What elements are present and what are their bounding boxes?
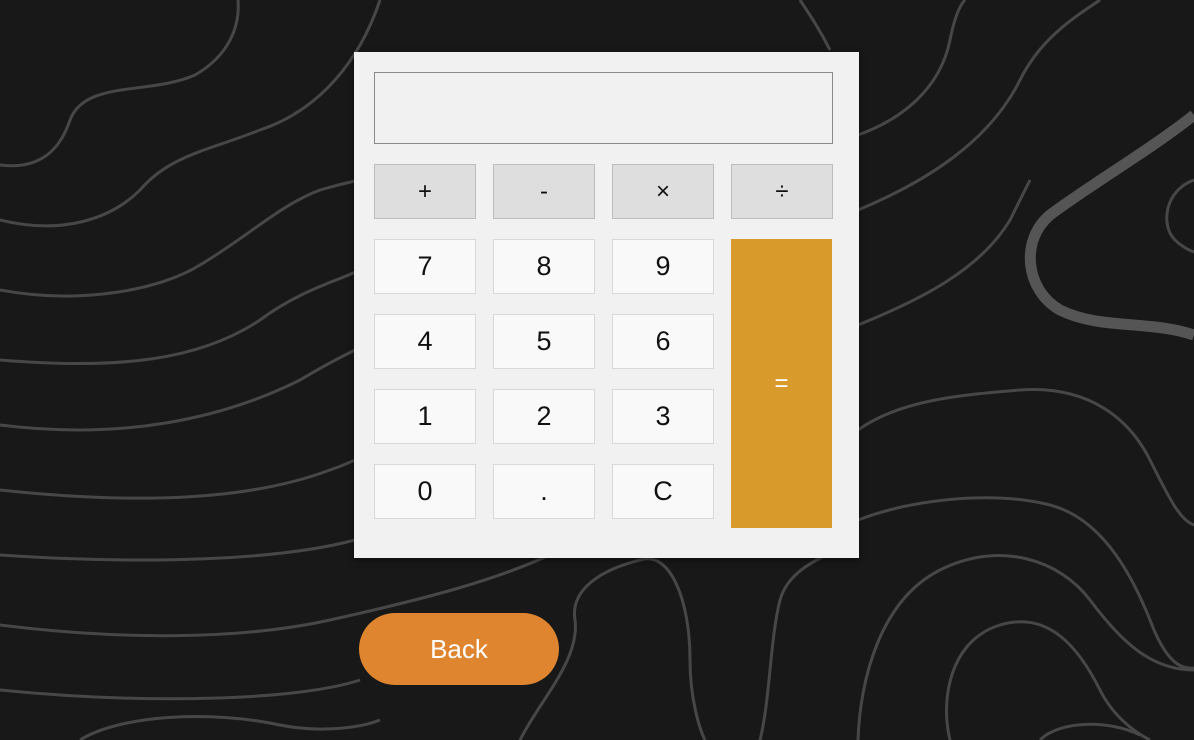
digit-2-button[interactable]: 2 bbox=[493, 389, 595, 444]
equals-button[interactable]: = bbox=[731, 239, 832, 528]
digit-3-button[interactable]: 3 bbox=[612, 389, 714, 444]
divide-button[interactable]: ÷ bbox=[731, 164, 833, 219]
multiply-button[interactable]: × bbox=[612, 164, 714, 219]
subtract-button[interactable]: - bbox=[493, 164, 595, 219]
digit-9-button[interactable]: 9 bbox=[612, 239, 714, 294]
digit-4-button[interactable]: 4 bbox=[374, 314, 476, 369]
digit-6-button[interactable]: 6 bbox=[612, 314, 714, 369]
digit-8-button[interactable]: 8 bbox=[493, 239, 595, 294]
decimal-button[interactable]: . bbox=[493, 464, 595, 519]
add-button[interactable]: + bbox=[374, 164, 476, 219]
digit-7-button[interactable]: 7 bbox=[374, 239, 476, 294]
digit-0-button[interactable]: 0 bbox=[374, 464, 476, 519]
clear-button[interactable]: C bbox=[612, 464, 714, 519]
calculator-display[interactable] bbox=[374, 72, 833, 144]
back-button[interactable]: Back bbox=[359, 613, 559, 685]
digit-5-button[interactable]: 5 bbox=[493, 314, 595, 369]
calculator-panel: + - × ÷ 7 8 9 4 5 6 1 2 3 0 . C = bbox=[354, 52, 859, 558]
digit-1-button[interactable]: 1 bbox=[374, 389, 476, 444]
